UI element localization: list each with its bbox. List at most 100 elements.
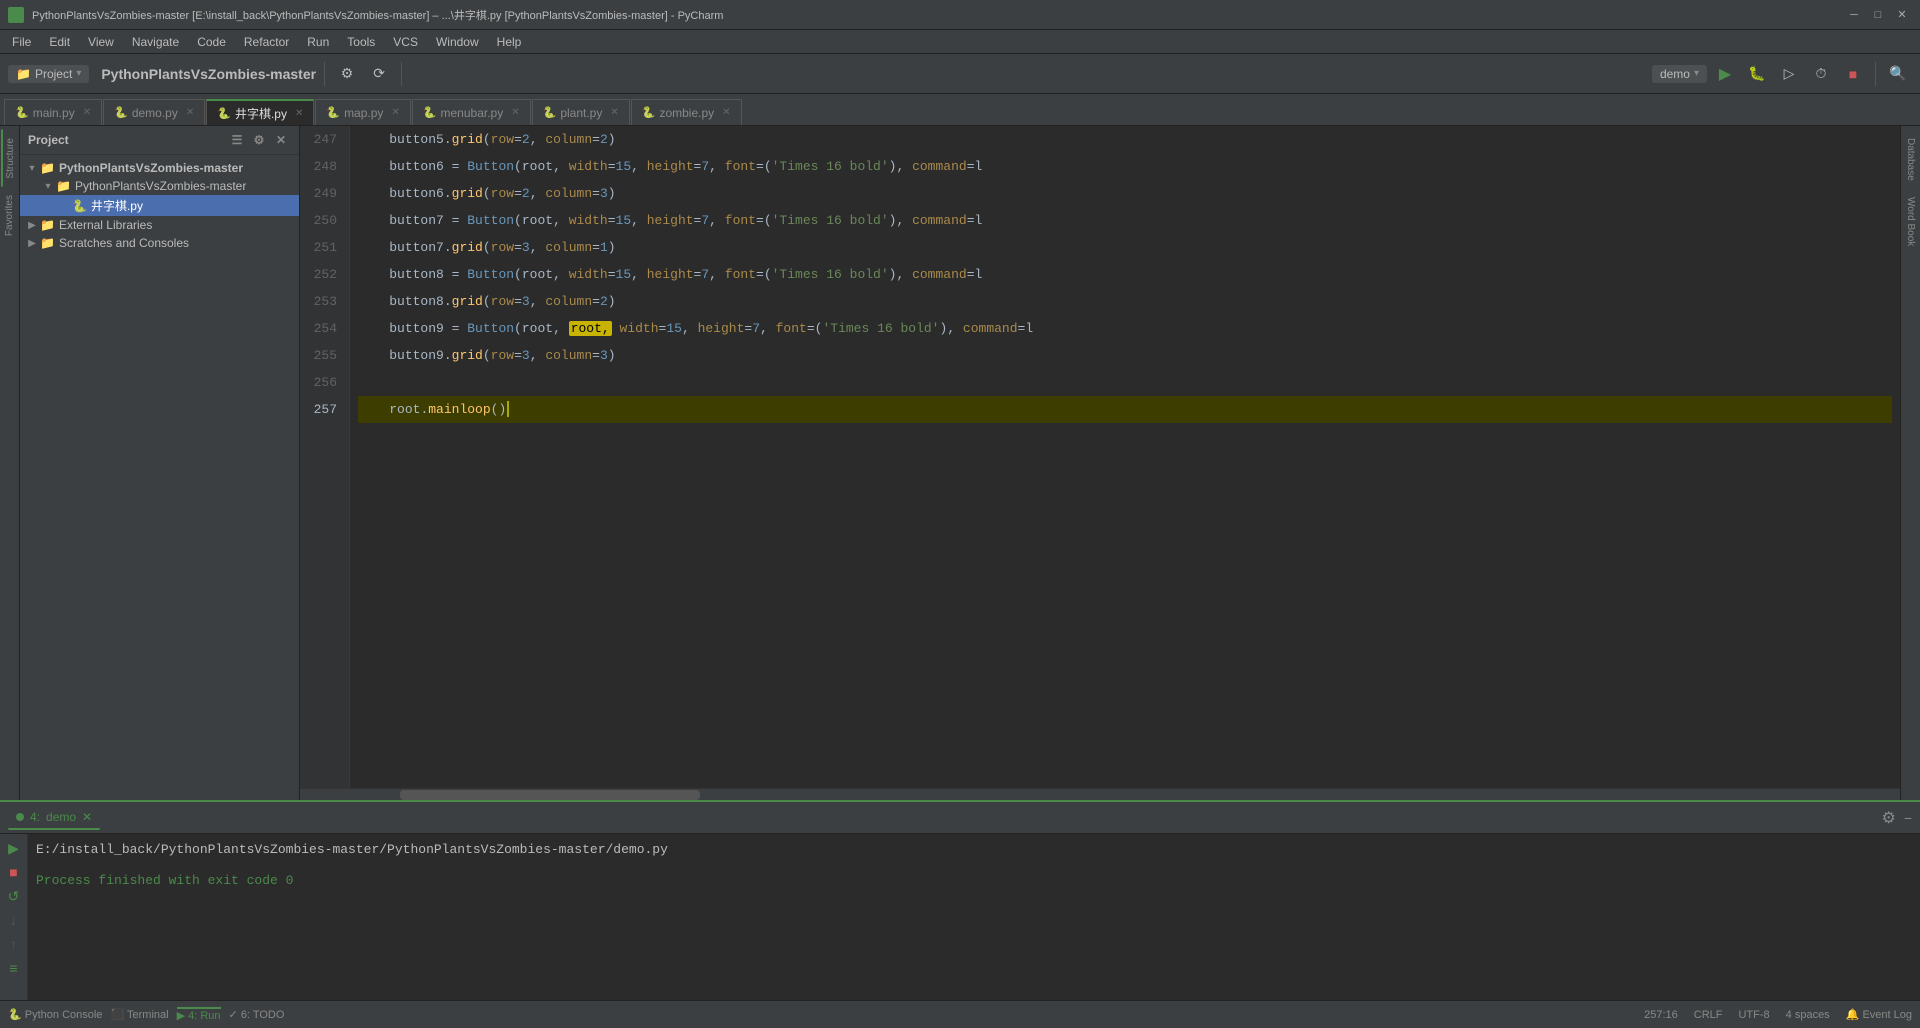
tab-map-py[interactable]: 🐍 map.py ✕	[315, 99, 410, 125]
status-line-col[interactable]: 257:16	[1644, 1009, 1678, 1021]
search-everywhere-button[interactable]: 🔍	[1884, 60, 1912, 88]
sidebar-title: Project	[28, 133, 69, 147]
sidebar-item-jingziji[interactable]: ▶ 🐍 井字棋.py	[20, 195, 299, 216]
status-line-separator[interactable]: CRLF	[1694, 1009, 1723, 1021]
run-button[interactable]: ▶	[1711, 60, 1739, 88]
menu-vcs[interactable]: VCS	[385, 33, 426, 51]
run-label: 4: Run	[188, 1010, 220, 1022]
tab-close-map[interactable]: ✕	[391, 107, 399, 118]
project-selector[interactable]: 📁 Project ▾	[8, 65, 89, 83]
tab-close-plant[interactable]: ✕	[610, 107, 618, 118]
minimize-button[interactable]: ─	[1844, 5, 1864, 25]
run-panel-collapse-button[interactable]: −	[1904, 810, 1912, 826]
tab-close-jingziji[interactable]: ✕	[295, 108, 303, 119]
sidebar: Project ☰ ⚙ ✕ ▾ 📁 PythonPlantsVsZombies-…	[20, 126, 300, 800]
terminal-tab[interactable]: ⬛ Terminal	[110, 1008, 168, 1021]
tab-label-map: map.py	[344, 106, 383, 120]
coverage-button[interactable]: ▷	[1775, 60, 1803, 88]
sidebar-item-scratches[interactable]: ▶ 📁 Scratches and Consoles	[20, 234, 299, 252]
run-tab-demo[interactable]: 4: demo ✕	[8, 806, 100, 830]
menu-tools[interactable]: Tools	[339, 33, 383, 51]
run-scroll-down-button[interactable]: ↓	[4, 910, 24, 930]
tab-demo-py[interactable]: 🐍 demo.py ✕	[103, 99, 205, 125]
status-event-log[interactable]: 🔔 Event Log	[1846, 1008, 1912, 1021]
line-num-250: 250	[300, 207, 341, 234]
tab-icon-zombie: 🐍	[642, 106, 656, 119]
arrow-icon: ▾	[24, 163, 40, 174]
h-scrollbar-thumb[interactable]	[400, 790, 700, 800]
code-editor[interactable]: button5.grid(row=2, column=2) button6 = …	[350, 126, 1900, 788]
sidebar-collapse-button[interactable]: ☰	[227, 130, 247, 150]
status-encoding[interactable]: UTF-8	[1738, 1009, 1769, 1021]
tab-zombie-py[interactable]: 🐍 zombie.py ✕	[631, 99, 742, 125]
run-tab-close-icon[interactable]: ✕	[82, 810, 92, 824]
tab-label-plant: plant.py	[560, 106, 602, 120]
status-indent[interactable]: 4 spaces	[1786, 1009, 1830, 1021]
python-console-label: Python Console	[25, 1009, 103, 1021]
debug-button[interactable]: 🐛	[1743, 60, 1771, 88]
sidebar-item-external-libs[interactable]: ▶ 📁 External Libraries	[20, 216, 299, 234]
tab-main-py[interactable]: 🐍 main.py ✕	[4, 99, 102, 125]
sidebar-header-buttons: ☰ ⚙ ✕	[227, 130, 291, 150]
tab-close-zombie[interactable]: ✕	[722, 107, 730, 118]
arrow-icon-4: ▶	[24, 220, 40, 231]
line-num-252: 252	[300, 261, 341, 288]
tab-label-menubar: menubar.py	[441, 106, 504, 120]
run-rerun-button[interactable]: ↺	[4, 886, 24, 906]
sidebar-settings-button[interactable]: ⚙	[249, 130, 269, 150]
run-config-chevron-icon: ▾	[1694, 68, 1699, 79]
menu-code[interactable]: Code	[189, 33, 234, 51]
run-soft-wrap-button[interactable]: ≡	[4, 958, 24, 978]
code-line-255: button9.grid(row=3, column=3)	[358, 342, 1892, 369]
tab-close-menubar[interactable]: ✕	[511, 107, 519, 118]
menu-edit[interactable]: Edit	[41, 33, 78, 51]
folder-icon-2: 📁	[56, 179, 71, 193]
menu-file[interactable]: File	[4, 33, 39, 51]
tab-label-demo: demo.py	[132, 106, 178, 120]
menu-refactor[interactable]: Refactor	[236, 33, 297, 51]
code-line-247: button5.grid(row=2, column=2)	[358, 126, 1892, 153]
tab-menubar-py[interactable]: 🐍 menubar.py ✕	[412, 99, 531, 125]
tab-icon-menubar: 🐍	[423, 106, 437, 119]
menu-view[interactable]: View	[80, 33, 122, 51]
run-panel-settings-button[interactable]: ⚙	[1881, 808, 1895, 828]
menu-run[interactable]: Run	[299, 33, 337, 51]
tab-plant-py[interactable]: 🐍 plant.py ✕	[532, 99, 630, 125]
run-tab-number: 4:	[30, 810, 40, 824]
arrow-icon-2: ▾	[40, 181, 56, 192]
maximize-button[interactable]: □	[1868, 5, 1888, 25]
favorites-tab[interactable]: Favorites	[2, 187, 17, 244]
close-button[interactable]: ✕	[1892, 5, 1912, 25]
horizontal-scrollbar[interactable]	[300, 788, 1900, 800]
tab-jingziji-py[interactable]: 🐍 井字棋.py ✕	[206, 99, 314, 125]
structure-tab[interactable]: Structure	[1, 130, 18, 187]
tab-close-demo[interactable]: ✕	[186, 107, 194, 118]
code-line-257: root.mainloop()	[358, 396, 1892, 423]
run-stop-button[interactable]: ■	[4, 862, 24, 882]
menu-help[interactable]: Help	[489, 33, 530, 51]
sidebar-item-root-project[interactable]: ▾ 📁 PythonPlantsVsZombies-master	[20, 159, 299, 177]
editor-area: 247 248 249 250 251 252 253 254 255 256 …	[300, 126, 1900, 800]
todo-tab[interactable]: ✓ 6: TODO	[229, 1008, 285, 1021]
toolbar-sync-button[interactable]: ⟳	[365, 60, 393, 88]
project-name: PythonPlantsVsZombies-master	[101, 66, 316, 82]
database-tab[interactable]: Database	[1903, 130, 1918, 189]
profile-button[interactable]: ⏱	[1807, 60, 1835, 88]
run-config-selector[interactable]: demo ▾	[1652, 65, 1707, 83]
code-content[interactable]: 247 248 249 250 251 252 253 254 255 256 …	[300, 126, 1900, 788]
right-panel-tabs: Database Word Book	[1900, 126, 1920, 800]
sidebar-item-sub-project[interactable]: ▾ 📁 PythonPlantsVsZombies-master	[20, 177, 299, 195]
toolbar-settings-button[interactable]: ⚙	[333, 60, 361, 88]
menu-window[interactable]: Window	[428, 33, 487, 51]
sidebar-hide-button[interactable]: ✕	[271, 130, 291, 150]
run-play-button[interactable]: ▶	[4, 838, 24, 858]
menu-navigate[interactable]: Navigate	[124, 33, 187, 51]
tab-close-main[interactable]: ✕	[83, 107, 91, 118]
python-console-tab[interactable]: 🐍 Python Console	[8, 1008, 102, 1021]
line-num-249: 249	[300, 180, 341, 207]
stop-button[interactable]: ■	[1839, 60, 1867, 88]
line-num-257: 257	[300, 396, 341, 423]
word-book-tab[interactable]: Word Book	[1903, 189, 1918, 254]
run-tab-bottom[interactable]: ▶ 4: Run	[177, 1007, 221, 1022]
run-scroll-up-button[interactable]: ↑	[4, 934, 24, 954]
